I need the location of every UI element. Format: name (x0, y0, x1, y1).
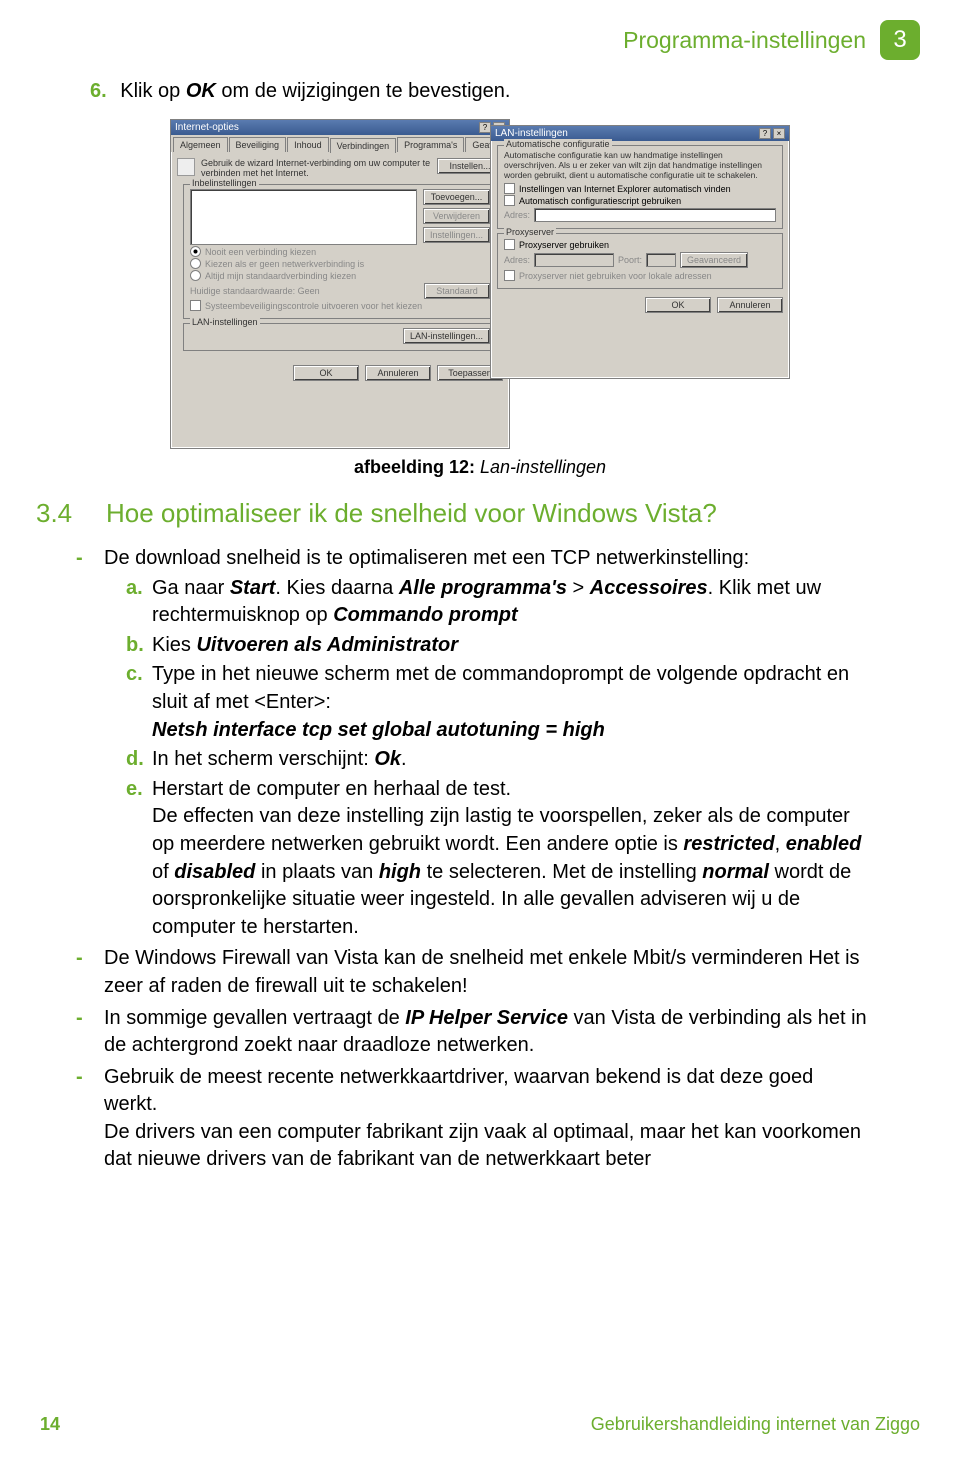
doc-title: Gebruikershandleiding internet van Ziggo (591, 1414, 920, 1435)
fs-auto: Automatische configuratie (504, 139, 612, 149)
tab-verbindingen[interactable]: Verbindingen (330, 138, 397, 153)
step-6-pre: Klik op (120, 80, 186, 102)
sub-c: c. Type in het nieuwe scherm met de comm… (126, 661, 870, 744)
tab-algemeen[interactable]: Algemeen (173, 137, 228, 152)
bullet-1: - De download snelheid is te optimaliser… (90, 545, 870, 941)
fs-proxy: Proxyserver (504, 227, 556, 237)
btn-toevoegen[interactable]: Toevoegen... (423, 189, 490, 205)
page-footer: 14 Gebruikershandleiding internet van Zi… (0, 1414, 960, 1435)
btn-lan[interactable]: LAN-instellingen... (403, 328, 490, 344)
chk-auto1[interactable]: Instellingen van Internet Explorer autom… (504, 183, 776, 194)
dial-list[interactable] (190, 189, 417, 245)
bullet-2: - De Windows Firewall van Vista kan de s… (90, 945, 870, 1000)
win1-ok[interactable]: OK (293, 365, 359, 381)
step-6-ok: OK (186, 80, 216, 102)
chapter-badge: 3 (880, 20, 920, 60)
step-6-post: om de wijzigingen te bevestigen. (216, 80, 511, 102)
section-num: 3.4 (36, 498, 86, 529)
chk-proxy[interactable]: Proxyserver gebruiken (504, 239, 776, 250)
sub-a: a. Ga naar Start. Kies daarna Alle progr… (126, 575, 870, 630)
bullet-1-intro: De download snelheid is te optimaliseren… (104, 545, 870, 573)
btn-standaard[interactable]: Standaard (424, 283, 490, 299)
fs-lan: LAN-instellingen (190, 317, 260, 327)
proxy-poort-input[interactable] (646, 253, 676, 267)
tab-inhoud[interactable]: Inhoud (287, 137, 329, 152)
adres-label: Adres: (504, 210, 530, 220)
proxy-adres-label: Adres: (504, 255, 530, 265)
std-label: Huidige standaardwaarde: (190, 286, 295, 296)
header-title: Programma-instellingen (623, 27, 866, 54)
std-val: Geen (298, 286, 320, 296)
btn-verwijderen[interactable]: Verwijderen (423, 208, 490, 224)
chk-sysbev[interactable]: Systeembeveiligingscontrole uitvoeren vo… (190, 300, 490, 311)
sub-b: b. Kies Uitvoeren als Administrator (126, 632, 870, 660)
help-icon[interactable]: ? (759, 128, 771, 139)
btn-geavanceerd[interactable]: Geavanceerd (680, 252, 748, 268)
proxy-adres-input[interactable] (534, 253, 614, 267)
page-header: Programma-instellingen 3 (0, 0, 960, 70)
step-6-num: 6. (90, 80, 107, 102)
page-number: 14 (40, 1414, 60, 1435)
tabs: Algemeen Beveiliging Inhoud Verbindingen… (171, 135, 509, 152)
chk-local[interactable]: Proxyserver niet gebruiken voor lokale a… (504, 270, 776, 281)
close-icon[interactable]: × (773, 128, 785, 139)
win2-title: LAN-instellingen (495, 128, 568, 139)
radio-altijd[interactable]: Altijd mijn standaardverbinding kiezen (190, 270, 490, 281)
auto-text: Automatische configuratie kan uw handmat… (504, 150, 776, 180)
win1-title: Internet-opties (175, 122, 239, 133)
caption-label: afbeelding 12: (354, 457, 475, 477)
tab-beveiliging[interactable]: Beveiliging (229, 137, 287, 152)
win2-cancel[interactable]: Annuleren (717, 297, 783, 313)
section-title: Hoe optimaliseer ik de snelheid voor Win… (106, 498, 717, 529)
globe-icon (177, 158, 195, 176)
tab-programmas[interactable]: Programma's (397, 137, 464, 152)
sub-d: d. In het scherm verschijnt: Ok. (126, 746, 870, 774)
sub-e: e. Herstart de computer en herhaal de te… (126, 776, 870, 942)
bullet-3: - In sommige gevallen vertraagt de IP He… (90, 1005, 870, 1060)
proxy-poort-label: Poort: (618, 255, 642, 265)
adres-input[interactable] (534, 208, 776, 222)
fs-inbel: Inbelinstellingen (190, 178, 259, 188)
radio-nooit[interactable]: Nooit een verbinding kiezen (190, 246, 490, 257)
bullet-4: - Gebruik de meest recente netwerkkaartd… (90, 1064, 870, 1174)
caption-text: Lan-instellingen (475, 457, 606, 477)
image-caption: afbeelding 12: Lan-instellingen (90, 457, 870, 478)
section-3-4-heading: 3.4 Hoe optimaliseer ik de snelheid voor… (36, 498, 870, 529)
win1-cancel[interactable]: Annuleren (365, 365, 431, 381)
win2-ok[interactable]: OK (645, 297, 711, 313)
radio-kiezen[interactable]: Kiezen als er geen netwerkverbinding is (190, 258, 490, 269)
step-6: 6. Klik op OK om de wijzigingen te beves… (90, 80, 870, 103)
screenshot-lan-settings: Internet-opties ?× Algemeen Beveiliging … (170, 119, 790, 449)
btn-instellingen[interactable]: Instellingen... (423, 227, 490, 243)
chk-auto2[interactable]: Automatisch configuratiescript gebruiken (504, 195, 776, 206)
wizard-text: Gebruik de wizard Internet-verbinding om… (201, 158, 431, 178)
